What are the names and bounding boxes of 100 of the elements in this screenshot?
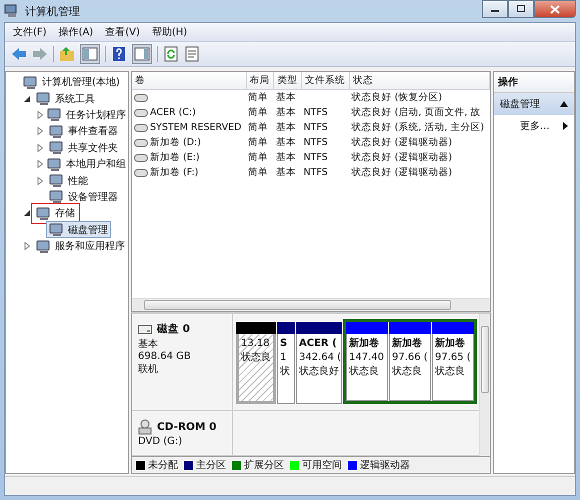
partition-text: 新加卷 [435,337,466,351]
table-cell: NTFS [303,107,328,118]
table-cell-text: 状态良好 (逻辑驱动器) [350,151,454,165]
partition-text: 147.40 [349,351,385,365]
column-header[interactable]: 布局 [246,72,274,90]
partition-text: 状态良 [392,365,423,379]
column-header[interactable]: 卷 [132,72,246,90]
table-cell: SYSTEM RESERVED [150,122,242,133]
partition-text: 状态良 [241,351,271,365]
tree-item[interactable]: 计算机管理(本地) [20,74,123,91]
minimize-button[interactable] [482,0,508,18]
tree-item[interactable]: 事件查看器 [46,122,121,140]
maximize-button[interactable] [508,0,534,18]
expand-arrow-icon[interactable] [36,176,44,185]
vertical-scrollbar[interactable] [479,314,490,456]
table-cell-text: 简单 [247,136,270,150]
partition-text: 新加卷 [349,337,380,351]
disk-detail: DVD (G:) [138,436,184,447]
partition-block[interactable]: ACER ( 342.64 ( 状态良好 [296,322,342,404]
node-icon [36,91,52,106]
submenu-arrow-icon [563,122,568,130]
node-icon [49,222,65,238]
expand-arrow-icon[interactable] [36,110,44,119]
table-cell: NTFS [303,152,328,163]
menu-item[interactable]: 查看(V) [101,25,144,39]
table-cell-text: 状态良好 (逻辑驱动器) [350,166,454,180]
collapse-arrow-icon[interactable] [23,94,31,103]
cd-drive-icon [138,419,152,435]
tree-item[interactable]: 服务和应用程序 [33,238,128,255]
drive-icon [134,108,148,116]
partition-text: 新加卷 [392,337,423,351]
legend-label: 可用空间 [302,458,342,472]
table-cell-text: 基本 [274,151,297,165]
maximize-icon [516,5,526,13]
tree-item[interactable]: 任务计划程序 [44,106,129,124]
drive-icon [134,94,148,102]
properties-icon[interactable] [184,46,200,62]
partition-block[interactable]: S 1 状 [277,322,295,404]
partition-block[interactable]: 新加卷 97.65 ( 状态良 [432,322,474,401]
tree-item[interactable]: 设备管理器 [46,188,121,206]
table-cell-text: 基本 [274,136,297,150]
table-cell-text: 基本 [274,166,297,180]
drive-icon [134,168,148,176]
partition-text: 状态良 [349,365,380,379]
expand-arrow-icon[interactable] [23,242,31,250]
expand-arrow-icon[interactable] [36,160,44,168]
horizontal-scrollbar[interactable] [132,298,490,311]
node-icon [47,107,63,122]
table-cell-text: 简单 [247,121,270,135]
menu-item[interactable]: 操作(A) [54,25,98,39]
table-cell: 基本 [274,90,302,105]
action-section[interactable]: 磁盘管理 [494,93,574,115]
node-icon [49,173,65,188]
folder-up-icon[interactable] [59,46,75,62]
help-icon[interactable] [111,46,127,62]
action-pane-icon[interactable] [132,44,152,64]
partition-text: 97.65 ( [435,351,471,365]
tree-item[interactable]: 本地用户和组 [44,156,129,173]
table-cell-text: 基本 [274,106,297,120]
tree-item[interactable]: 性能 [46,172,91,190]
tree-item[interactable]: 共享文件夹 [46,139,121,156]
column-header[interactable]: 类型 [274,72,302,90]
table-cell: 新加卷 (E:) [150,151,200,164]
node-icon [49,140,65,156]
partition-text: S [280,337,288,351]
menu-item[interactable]: 文件(F) [9,25,51,39]
partition-text: 1 [280,351,288,365]
node-icon [23,74,39,90]
close-button[interactable] [534,0,576,18]
table-cell: 新加卷 (F:) [150,166,198,179]
drive-icon [134,124,148,132]
column-header[interactable]: 状态 [350,72,490,90]
drive-icon [134,138,148,146]
column-header[interactable]: 文件系统 [301,72,350,90]
menu-item[interactable]: 帮助(H) [148,25,192,39]
collapse-arrow-icon[interactable] [560,101,568,107]
partition-text: 状态良好 [299,365,339,379]
partition-block[interactable]: 13.18 状态良 [236,322,276,404]
partition-text: 97.66 ( [392,351,428,365]
tree-item[interactable]: 磁盘管理 [46,221,111,238]
table-cell: 状态良好 (恢复分区) [350,90,490,105]
refresh-icon[interactable] [163,46,179,62]
tree-item[interactable]: 存储 [33,204,78,222]
partition-block[interactable]: 新加卷 97.66 ( 状态良 [389,322,431,401]
table-cell: 新加卷 (D:) [150,136,201,149]
table-cell-text: 状态良好 (系统, 活动, 主分区) [350,121,486,135]
expand-arrow-icon[interactable] [36,127,44,136]
drive-icon [134,154,148,162]
tree-item[interactable]: 系统工具 [33,90,98,108]
partition-text: ACER ( [299,337,338,351]
partition-block[interactable]: 新加卷 147.40 状态良 [346,322,388,401]
action-item[interactable]: 更多... [494,115,574,137]
back-icon[interactable] [11,47,27,61]
collapse-arrow-icon[interactable] [23,209,31,218]
expand-arrow-icon[interactable] [36,144,44,152]
legend-label: 逻辑驱动器 [360,458,410,472]
table-cell: ACER (C:) [150,107,196,118]
node-icon [36,206,52,221]
disk-name: CD-ROM 0 [157,421,216,433]
tree-pane-icon[interactable] [80,44,100,64]
